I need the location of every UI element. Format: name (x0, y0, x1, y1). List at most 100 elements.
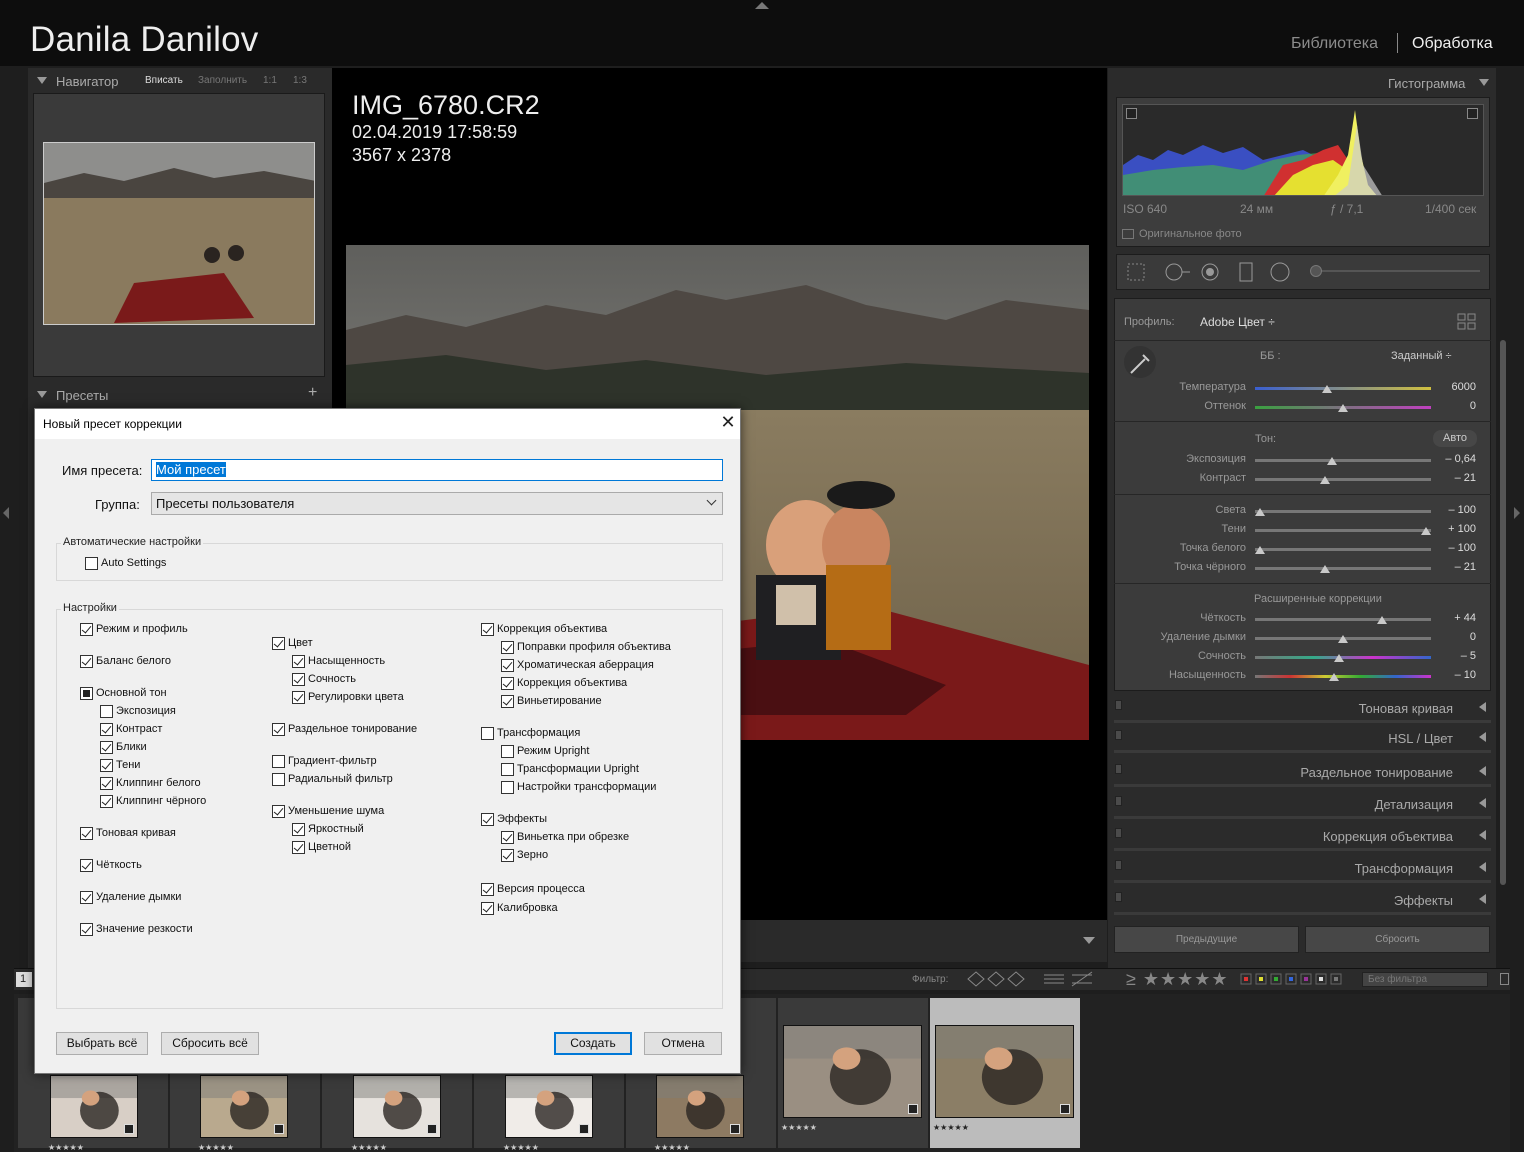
profile-browser-icon[interactable] (1457, 313, 1477, 331)
setting-label[interactable]: Уменьшение шума (288, 805, 384, 817)
slider-thumb[interactable] (1255, 546, 1265, 554)
panel-title[interactable]: Детализация (1375, 797, 1453, 812)
setting-checkbox[interactable] (501, 849, 514, 862)
slider-value[interactable]: + 100 (1430, 523, 1476, 535)
rating-filter[interactable]: ≥ ★★★★★ (1126, 969, 1229, 990)
setting-checkbox[interactable] (80, 655, 93, 668)
panel-header[interactable]: Эффекты (1114, 885, 1491, 915)
panel-expand-icon[interactable] (1479, 702, 1486, 712)
setting-label[interactable]: Сочность (308, 673, 356, 685)
top-panel-toggle-icon[interactable] (755, 2, 769, 9)
slider-track[interactable] (1255, 459, 1431, 462)
cancel-button[interactable]: Отмена (644, 1032, 722, 1055)
setting-checkbox[interactable] (272, 773, 285, 786)
panel-switch-icon[interactable] (1115, 892, 1122, 902)
zoom-1-3[interactable]: 1:3 (293, 75, 307, 86)
slider-thumb[interactable] (1327, 457, 1337, 465)
setting-label[interactable]: Клиппинг чёрного (116, 795, 206, 807)
graduated-filter-icon[interactable] (1236, 262, 1256, 282)
zoom-fill[interactable]: Заполнить (198, 75, 247, 86)
module-develop[interactable]: Обработка (1412, 35, 1493, 53)
slider-thumb[interactable] (1255, 508, 1265, 516)
setting-label[interactable]: Режим и профиль (96, 623, 188, 635)
slider-value[interactable]: – 21 (1430, 472, 1476, 484)
panel-header[interactable]: HSL / Цвет (1114, 723, 1491, 753)
panel-header[interactable]: Трансформация (1114, 853, 1491, 883)
presets-collapse-icon[interactable] (37, 391, 47, 398)
setting-checkbox[interactable] (80, 891, 93, 904)
setting-checkbox[interactable] (501, 659, 514, 672)
setting-label[interactable]: Регулировки цвета (308, 691, 404, 703)
histogram-graph[interactable] (1122, 104, 1484, 196)
slider-track[interactable] (1255, 510, 1431, 513)
setting-label[interactable]: Цветной (308, 841, 351, 853)
panel-title[interactable]: Раздельное тонирование (1300, 765, 1453, 780)
setting-label[interactable]: Экспозиция (116, 705, 176, 717)
panel-switch-icon[interactable] (1115, 828, 1122, 838)
setting-checkbox[interactable] (481, 902, 494, 915)
slider-value[interactable]: + 44 (1430, 612, 1476, 624)
setting-checkbox[interactable] (292, 673, 305, 686)
setting-label[interactable]: Удаление дымки (96, 891, 181, 903)
setting-checkbox[interactable] (292, 655, 305, 668)
panel-title[interactable]: Трансформация (1355, 861, 1453, 876)
create-button[interactable]: Создать (554, 1032, 632, 1055)
filmstrip-thumbnail[interactable] (783, 1025, 922, 1118)
slider-thumb[interactable] (1329, 673, 1339, 681)
setting-label[interactable]: Режим Upright (517, 745, 589, 757)
profile-select[interactable]: Adobe Цвет ÷ (1200, 315, 1275, 329)
setting-label[interactable]: Виньетка при обрезке (517, 831, 629, 843)
setting-label[interactable]: Клиппинг белого (116, 777, 201, 789)
original-photo-checkbox[interactable] (1122, 229, 1134, 239)
setting-label[interactable]: Калибровка (497, 902, 558, 914)
panel-header[interactable]: Тоновая кривая (1114, 693, 1491, 723)
panel-switch-icon[interactable] (1115, 730, 1122, 740)
panel-switch-icon[interactable] (1115, 764, 1122, 774)
navigator-preview[interactable] (43, 142, 315, 325)
setting-label[interactable]: Поправки профиля объектива (517, 641, 671, 653)
panel-title[interactable]: Эффекты (1394, 893, 1453, 908)
radial-filter-icon[interactable] (1270, 262, 1290, 282)
slider-value[interactable]: 0 (1430, 400, 1476, 412)
setting-label[interactable]: Блики (116, 741, 147, 753)
highlight-clipping-indicator[interactable] (1467, 108, 1478, 119)
slider-value[interactable]: – 100 (1430, 504, 1476, 516)
preset-name-input[interactable]: Мой пресет (151, 459, 723, 481)
select-all-button[interactable]: Выбрать всё (56, 1032, 148, 1055)
setting-checkbox[interactable] (100, 741, 113, 754)
setting-checkbox[interactable] (80, 923, 93, 936)
slider-thumb[interactable] (1334, 654, 1344, 662)
navigator-title[interactable]: Навигатор (56, 74, 118, 89)
panel-expand-icon[interactable] (1479, 830, 1486, 840)
panel-expand-icon[interactable] (1479, 766, 1486, 776)
setting-checkbox[interactable] (501, 745, 514, 758)
slider-track[interactable] (1255, 618, 1431, 621)
setting-checkbox[interactable] (100, 759, 113, 772)
setting-checkbox[interactable] (100, 795, 113, 808)
reset-button[interactable]: Сбросить (1305, 926, 1490, 953)
setting-label[interactable]: Радиальный фильтр (288, 773, 393, 785)
setting-checkbox[interactable] (292, 841, 305, 854)
panel-title[interactable]: HSL / Цвет (1388, 731, 1453, 746)
setting-label[interactable]: Яркостный (308, 823, 364, 835)
setting-label[interactable]: Тоновая кривая (96, 827, 176, 839)
setting-label[interactable]: Контраст (116, 723, 162, 735)
edit-filter-icon[interactable] (1042, 970, 1096, 988)
slider-thumb[interactable] (1320, 565, 1330, 573)
setting-checkbox[interactable] (272, 805, 285, 818)
module-library[interactable]: Библиотека (1291, 35, 1378, 53)
slider-value[interactable]: – 21 (1430, 561, 1476, 573)
setting-label[interactable]: Настройки трансформации (517, 781, 656, 793)
setting-checkbox[interactable] (481, 813, 494, 826)
setting-checkbox[interactable] (501, 763, 514, 776)
setting-label[interactable]: Цвет (288, 637, 313, 649)
setting-checkbox[interactable] (80, 827, 93, 840)
setting-checkbox[interactable] (100, 705, 113, 718)
setting-checkbox[interactable] (272, 637, 285, 650)
setting-label[interactable]: Коррекция объектива (517, 677, 627, 689)
setting-checkbox[interactable] (80, 859, 93, 872)
slider-value[interactable]: 0 (1430, 631, 1476, 643)
setting-checkbox[interactable] (80, 687, 93, 700)
panel-header[interactable]: Раздельное тонирование (1114, 757, 1491, 787)
setting-checkbox[interactable] (100, 723, 113, 736)
